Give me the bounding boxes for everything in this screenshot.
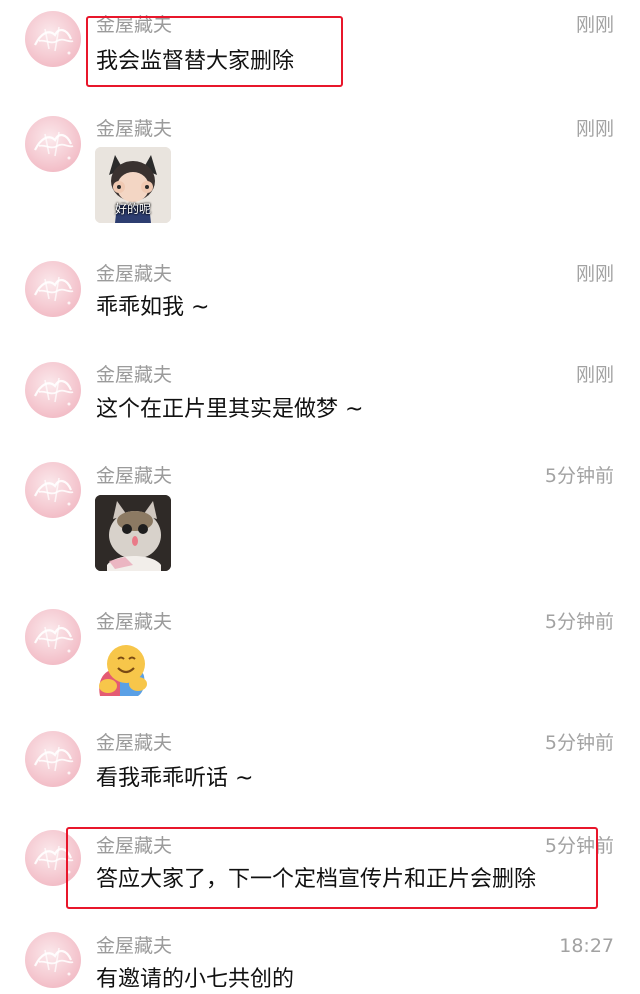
avatar-art-icon: [33, 275, 75, 306]
sender-name[interactable]: 金屋藏夫: [96, 118, 172, 140]
hugging-face-emoji[interactable]: [94, 642, 150, 698]
message-time: 5分钟前: [544, 732, 614, 754]
avatar[interactable]: [25, 116, 81, 172]
girl-sticker[interactable]: 好的呢: [95, 147, 171, 223]
sender-name[interactable]: 金屋藏夫: [96, 263, 172, 285]
message-time: 刚刚: [575, 14, 614, 36]
sender-name[interactable]: 金屋藏夫: [96, 732, 172, 754]
avatar[interactable]: [25, 261, 81, 317]
avatar-art-icon: [33, 130, 75, 161]
chat-message[interactable]: 金屋藏夫 18:27 有邀请的小七共创的: [0, 930, 640, 992]
sender-name[interactable]: 金屋藏夫: [96, 465, 172, 487]
avatar[interactable]: [25, 932, 81, 988]
message-time: 18:27: [559, 935, 614, 957]
sticker-caption: 好的呢: [114, 202, 151, 216]
chat-message[interactable]: 金屋藏夫 5分钟前: [0, 590, 640, 710]
chat-message[interactable]: 金屋藏夫 5分钟前: [0, 440, 640, 590]
avatar-art-icon: [33, 946, 75, 977]
chat-message[interactable]: 金屋藏夫 刚刚 乖乖如我 ~: [0, 240, 640, 340]
avatar[interactable]: [25, 362, 81, 418]
avatar[interactable]: [25, 462, 81, 518]
highlight-box: [66, 827, 598, 909]
avatar[interactable]: [25, 11, 81, 67]
sender-name[interactable]: 金屋藏夫: [96, 611, 172, 633]
highlight-box: [86, 16, 343, 87]
message-time: 刚刚: [575, 118, 614, 140]
message-time: 5分钟前: [544, 465, 614, 487]
sender-name[interactable]: 金屋藏夫: [96, 364, 172, 386]
message-text: 乖乖如我 ~: [96, 295, 210, 320]
avatar[interactable]: [25, 609, 81, 665]
message-time: 5分钟前: [544, 611, 614, 633]
chat-message[interactable]: 金屋藏夫 5分钟前 看我乖乖听话 ~: [0, 710, 640, 830]
message-time: 刚刚: [575, 263, 614, 285]
avatar[interactable]: [25, 731, 81, 787]
hugging-face-icon: [99, 645, 147, 696]
avatar-art-icon: [33, 476, 75, 507]
avatar-art-icon: [33, 376, 75, 407]
sender-name[interactable]: 金屋藏夫: [96, 935, 172, 957]
message-time: 刚刚: [575, 364, 614, 386]
message-text: 这个在正片里其实是做梦 ~: [96, 397, 364, 422]
chat-message[interactable]: 金屋藏夫 刚刚 这个在正片里其实是做梦 ~: [0, 340, 640, 440]
avatar-art-icon: [33, 25, 75, 56]
chat-message[interactable]: 金屋藏夫 刚刚 好的呢: [0, 100, 640, 240]
cat-sticker[interactable]: [95, 495, 171, 571]
cat-sticker-icon: [95, 495, 171, 571]
message-text: 有邀请的小七共创的: [96, 967, 295, 992]
avatar-art-icon: [33, 745, 75, 776]
message-text: 看我乖乖听话 ~: [96, 766, 254, 791]
avatar-art-icon: [33, 623, 75, 654]
